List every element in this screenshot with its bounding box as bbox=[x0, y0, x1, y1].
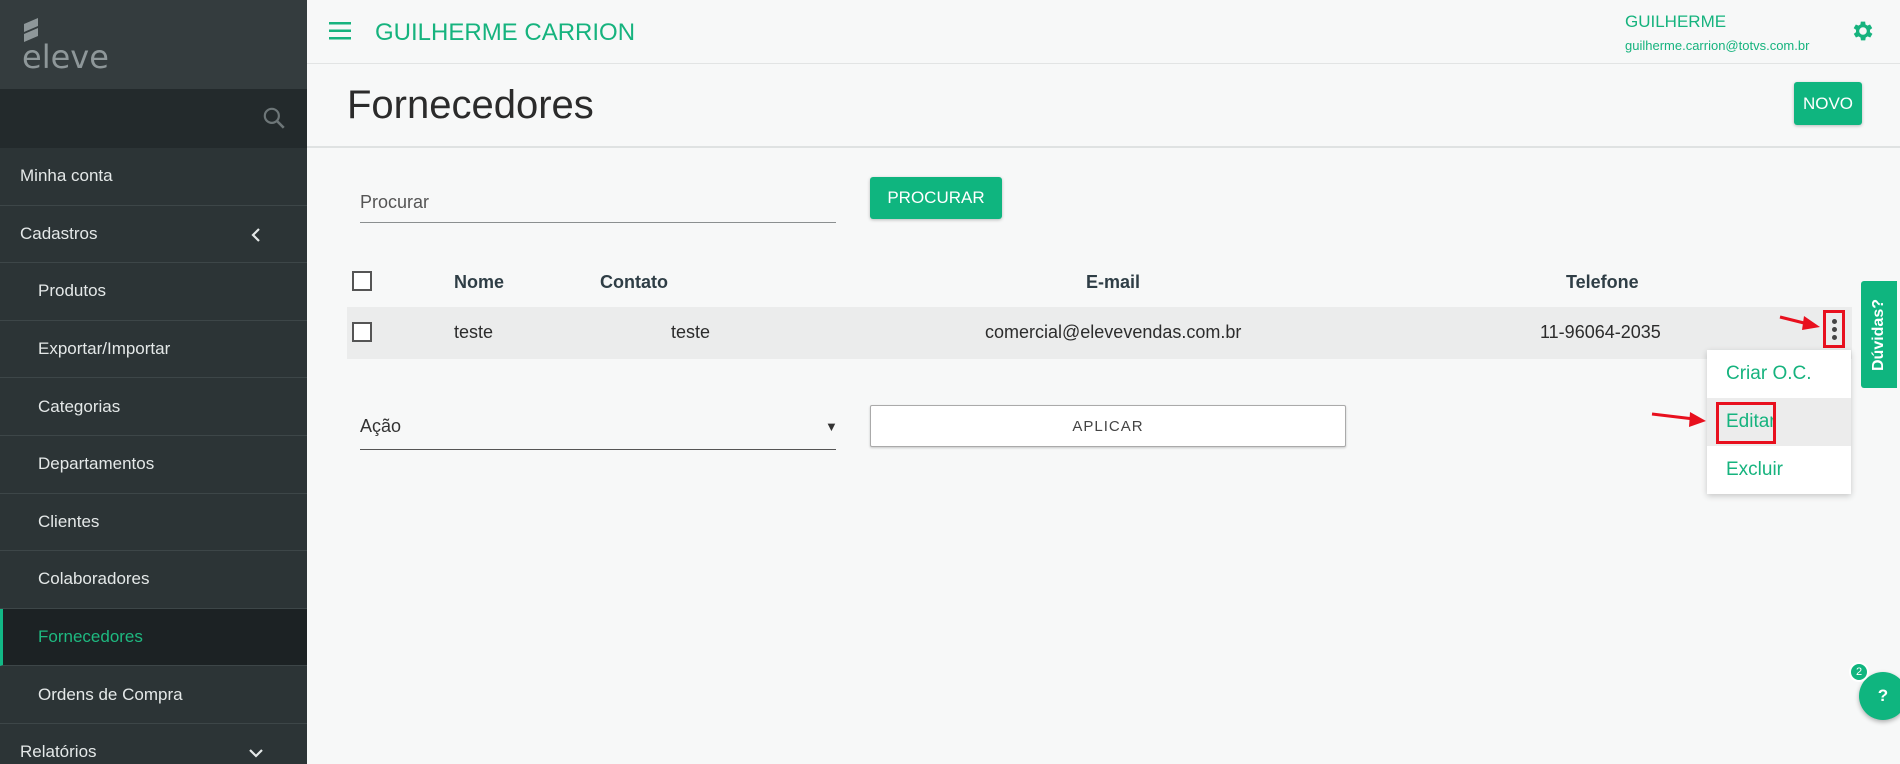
sidebar-item-label: Minha conta bbox=[20, 166, 113, 186]
sidebar-item-relatorios[interactable]: Relatórios bbox=[0, 724, 307, 764]
header-nome[interactable]: Nome bbox=[454, 272, 504, 293]
annotation-arrow-icon bbox=[1651, 412, 1706, 427]
sidebar: eleve Minha conta Cadastros Produtos Export… bbox=[0, 0, 307, 764]
select-all-checkbox[interactable] bbox=[352, 271, 372, 291]
header-divider bbox=[307, 146, 1900, 148]
acao-select-underline bbox=[360, 449, 836, 450]
logo-area: eleve bbox=[0, 0, 307, 89]
row-checkbox[interactable] bbox=[352, 322, 372, 342]
sidebar-item-label: Produtos bbox=[38, 281, 107, 301]
annotation-arrow-icon bbox=[1779, 315, 1820, 330]
aplicar-button[interactable]: APLICAR bbox=[870, 405, 1346, 447]
menu-item-excluir[interactable]: Excluir bbox=[1707, 446, 1851, 494]
page-title: Fornecedores bbox=[347, 83, 594, 127]
sidebar-item-fornecedores[interactable]: Fornecedores bbox=[0, 608, 307, 667]
sidebar-item-ordens-de-compra[interactable]: Ordens de Compra bbox=[0, 666, 307, 724]
sidebar-item-label: Categorias bbox=[38, 396, 121, 416]
search-input[interactable] bbox=[360, 183, 836, 223]
user-name: GUILHERME bbox=[1625, 12, 1727, 31]
duvidas-tab[interactable]: Dúvidas? bbox=[1861, 281, 1897, 388]
chevron-left-icon[interactable] bbox=[249, 227, 263, 242]
help-notification-badge: 2 bbox=[1849, 662, 1869, 682]
menu-item-criar-oc[interactable]: Criar O.C. bbox=[1707, 350, 1851, 398]
sidebar-item-produtos[interactable]: Produtos bbox=[0, 263, 307, 321]
user-email: guilherme.carrion@totvs.com.br bbox=[1625, 38, 1810, 53]
procurar-button[interactable]: PROCURAR bbox=[870, 177, 1002, 219]
cell-nome: teste bbox=[454, 322, 494, 342]
sidebar-item-exportar-importar[interactable]: Exportar/Importar bbox=[0, 321, 307, 379]
sidebar-item-colaboradores[interactable]: Colaboradores bbox=[0, 551, 307, 609]
dropdown-caret-icon[interactable]: ▼ bbox=[825, 419, 838, 434]
sidebar-item-label: Relatórios bbox=[20, 742, 97, 762]
header-contato[interactable]: Contato bbox=[600, 272, 668, 293]
gear-icon[interactable] bbox=[1850, 18, 1876, 44]
app-title: GUILHERME CARRION bbox=[375, 19, 636, 46]
sidebar-item-clientes[interactable]: Clientes bbox=[0, 494, 307, 552]
hamburger-menu-icon[interactable] bbox=[329, 22, 351, 40]
annotation-highlight-box bbox=[1716, 402, 1776, 444]
sidebar-item-departamentos[interactable]: Departamentos bbox=[0, 436, 307, 494]
sidebar-item-label: Exportar/Importar bbox=[38, 339, 171, 359]
row-options-kebab-icon[interactable] bbox=[1823, 310, 1845, 348]
header-email[interactable]: E-mail bbox=[1086, 272, 1140, 293]
cell-telefone: 11-96064-2035 bbox=[1540, 322, 1661, 342]
sidebar-item-cadastros[interactable]: Cadastros bbox=[0, 206, 307, 264]
sidebar-item-label: Fornecedores bbox=[38, 627, 143, 647]
svg-text:eleve: eleve bbox=[22, 38, 109, 74]
sidebar-item-label: Clientes bbox=[38, 511, 100, 531]
novo-button[interactable]: NOVO bbox=[1794, 82, 1862, 125]
header-telefone[interactable]: Telefone bbox=[1566, 272, 1639, 293]
eleve-logo: eleve bbox=[22, 18, 109, 74]
acao-select-label[interactable]: Ação bbox=[360, 416, 401, 437]
sidebar-item-minha-conta[interactable]: Minha conta bbox=[0, 148, 307, 206]
sidebar-item-label: Cadastros bbox=[20, 223, 98, 243]
sidebar-search[interactable] bbox=[0, 89, 307, 148]
duvidas-tab-label[interactable]: Dúvidas? bbox=[1870, 298, 1888, 370]
sidebar-nav: Minha conta Cadastros Produtos Exportar/Imp… bbox=[0, 148, 307, 764]
cell-contato: teste bbox=[671, 322, 711, 342]
topbar: GUILHERME CARRION GUILHERME guilherme.ca… bbox=[307, 0, 1900, 64]
sidebar-item-categorias[interactable]: Categorias bbox=[0, 378, 307, 436]
sidebar-item-label: Colaboradores bbox=[38, 569, 150, 589]
chevron-down-icon[interactable] bbox=[249, 746, 263, 760]
sidebar-item-label: Departamentos bbox=[38, 454, 155, 474]
sidebar-item-label: Ordens de Compra bbox=[38, 684, 183, 704]
search-icon[interactable] bbox=[261, 105, 287, 131]
cell-email: comercial@elevevendas.com.br bbox=[985, 322, 1242, 342]
